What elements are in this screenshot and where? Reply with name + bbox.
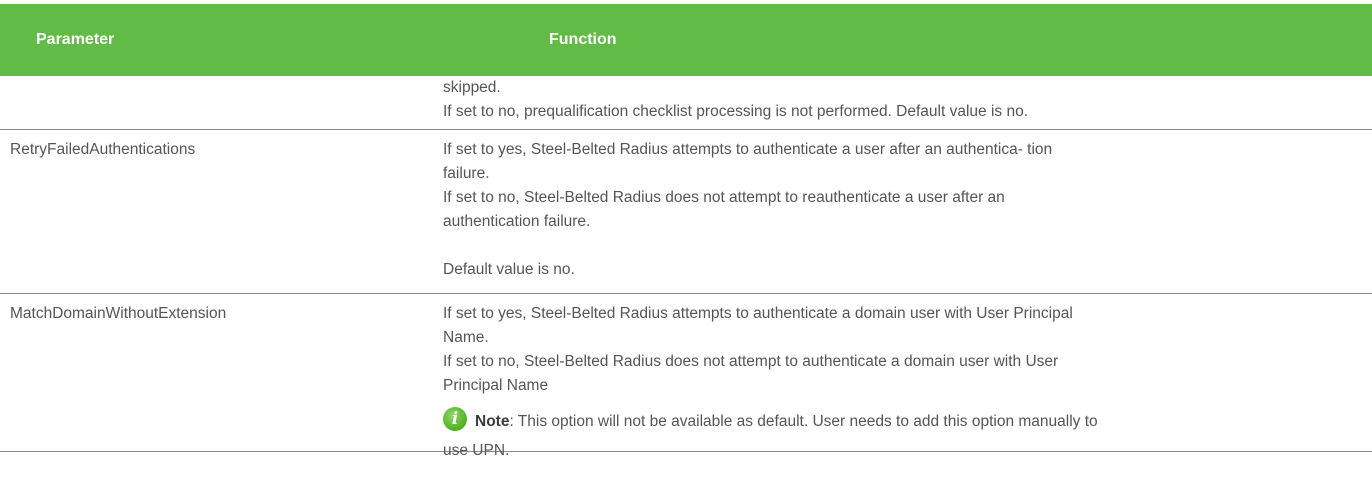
function-text: If set to yes, Steel-Belted Radius attem… [443,141,1053,158]
function-text: Name. [443,329,489,346]
header-parameter: Parameter [36,31,115,48]
parameter-cell: MatchDomainWithoutExtension [10,305,227,322]
table-row: RetryFailedAuthentications If set to yes… [0,130,1372,294]
info-icon: i [443,407,467,431]
parameter-cell: RetryFailedAuthentications [10,141,196,158]
table-row: MatchDomainWithoutExtension If set to ye… [0,294,1372,459]
table-header: Parameter Function [0,4,1372,76]
function-text: authentication failure. [443,213,591,230]
function-text: If set to no, Steel-Belted Radius does n… [443,353,1059,370]
note-label: Note [475,413,510,430]
function-text: If set to no, Steel-Belted Radius does n… [443,189,1005,206]
header-function: Function [549,31,617,48]
function-text: If set to no, prequalification checklist… [443,103,1028,120]
note-text: : This option will not be available as d… [509,413,1098,430]
note-text-continued: use UPN. [443,442,510,459]
default-value-text: Default value is no. [443,261,575,278]
function-text: If set to yes, Steel-Belted Radius attem… [443,305,1073,322]
function-cell: If set to yes, Steel-Belted Radius attem… [443,294,1358,463]
function-text: Principal Name [443,377,549,394]
function-cell: skipped. If set to no, prequalification … [443,76,1358,124]
function-text: skipped. [443,79,501,96]
note-callout: i Note: This option will not be available… [443,407,1358,439]
function-cell: If set to yes, Steel-Belted Radius attem… [443,130,1358,282]
function-text: failure. [443,165,490,182]
parameter-table: Parameter Function skipped. If set to no… [0,4,1372,459]
table-row: skipped. If set to no, prequalification … [0,76,1372,130]
